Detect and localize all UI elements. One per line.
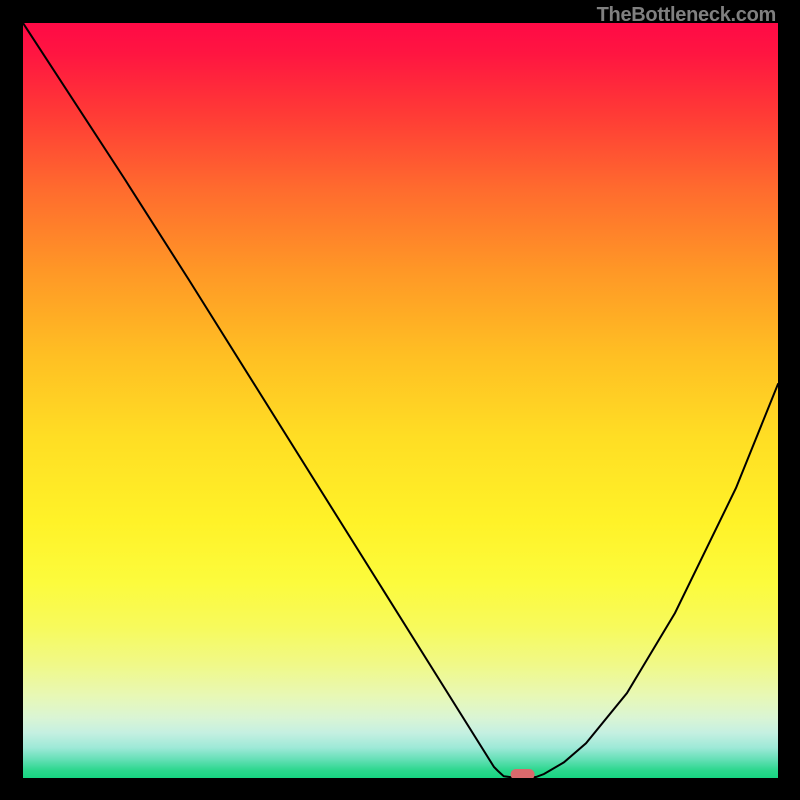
bottleneck-chart: TheBottleneck.com (0, 0, 800, 800)
watermark-text: TheBottleneck.com (597, 4, 776, 27)
plot-area (23, 23, 778, 778)
